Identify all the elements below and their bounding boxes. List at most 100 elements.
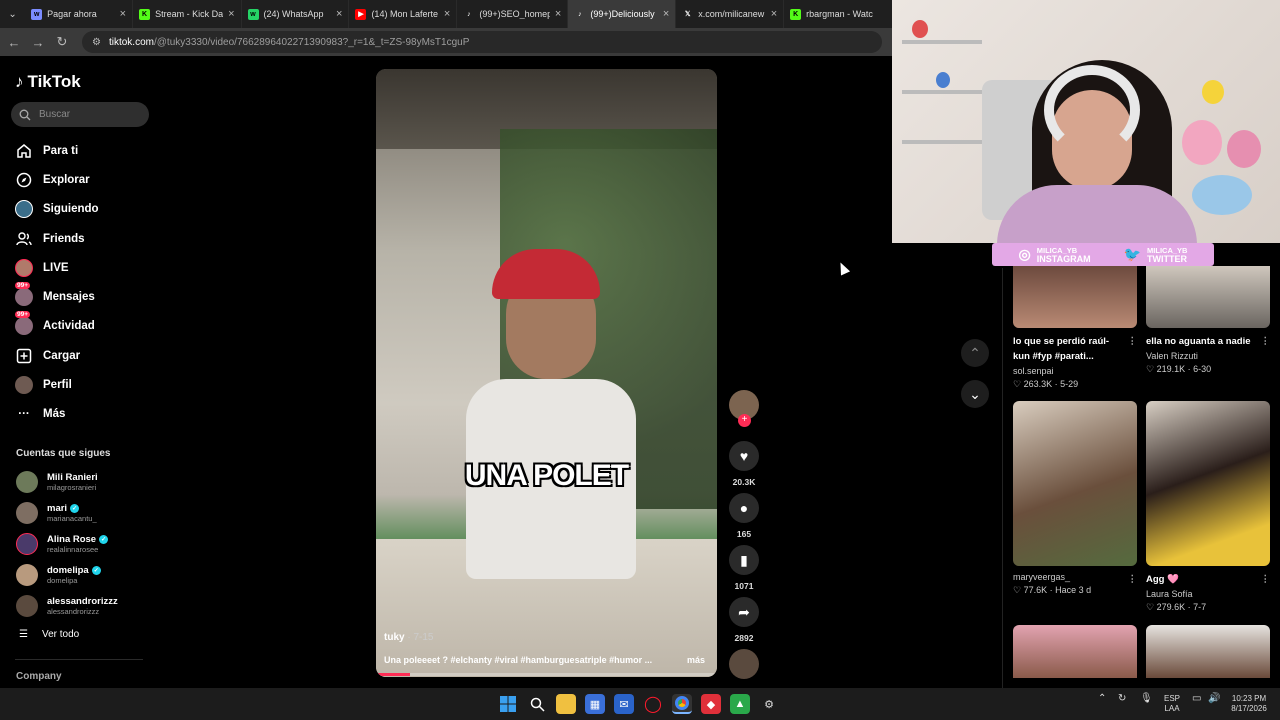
toy — [1227, 130, 1261, 168]
reload-icon[interactable]: ↻ — [54, 34, 70, 50]
following-list: Mili Ranieri milagrosranieri mari ✓ mariana… — [16, 467, 156, 621]
follow-plus-icon[interactable]: + — [738, 414, 751, 427]
video-card[interactable]: Agg 🩷 ⋮ Laura Sofía ♡ 279.6K · 7-7 — [1146, 401, 1270, 613]
company-link[interactable]: Company — [16, 671, 62, 682]
monitor-icon[interactable]: ▭ — [1192, 694, 1201, 704]
more-options-icon[interactable]: ⋮ — [1128, 334, 1138, 349]
webcam-overlay — [892, 0, 1280, 243]
nav-item-perfil[interactable]: Perfil — [15, 370, 155, 399]
twitter-handle: 🐦 MILICA_YB TWITTER — [1123, 245, 1188, 264]
store-icon[interactable]: ▦ — [585, 694, 605, 714]
comment-button[interactable]: ● 165 — [728, 493, 760, 539]
video-more-button[interactable]: más — [687, 655, 705, 665]
close-icon[interactable]: × — [771, 8, 777, 20]
browser-tab[interactable]: K Stream - Kick Da × — [133, 0, 242, 28]
url-input[interactable]: ⚙ tiktok.com/@tuky3330/video/76628964022… — [82, 31, 882, 53]
video-player[interactable]: UNA POLET tuky · 7-15 Una poleeeet ? #el… — [376, 69, 717, 677]
see-all-link[interactable]: ☰ Ver todo — [19, 629, 79, 640]
following-account[interactable]: Mili Ranieri milagrosranieri — [16, 467, 156, 498]
following-account[interactable]: Alina Rose ✓ realalinnarosee — [16, 529, 156, 560]
video-meta: tuky · 7-15 — [384, 632, 434, 643]
video-progress-bar[interactable] — [376, 673, 717, 676]
tab-search-icon[interactable]: ⌄ — [0, 0, 25, 28]
scroll-up-button[interactable]: ⌃ — [961, 339, 989, 367]
avatar — [16, 594, 38, 617]
video-person — [466, 249, 636, 579]
browser-tab[interactable]: w (24) WhatsApp × — [242, 0, 350, 28]
more-options-icon[interactable]: ⋮ — [1261, 572, 1271, 587]
browser-tab[interactable]: w Pagar ahora × — [25, 0, 134, 28]
nav-item-actividad[interactable]: 99+ Actividad — [15, 311, 155, 341]
app-icon[interactable]: ▲ — [730, 694, 750, 714]
app-icon[interactable]: ⚙ — [759, 694, 779, 714]
file-explorer-icon[interactable] — [556, 694, 576, 714]
close-icon[interactable]: × — [444, 8, 450, 20]
close-icon[interactable]: × — [555, 8, 561, 20]
browser-tab[interactable]: ♪ (99+)SEO_homep × — [457, 0, 569, 28]
close-icon[interactable]: × — [336, 8, 342, 20]
video-card[interactable] — [1146, 625, 1270, 678]
close-icon[interactable]: × — [663, 8, 669, 20]
share-button[interactable]: ➦ 2892 — [728, 597, 760, 643]
search-input[interactable]: Buscar — [11, 102, 149, 127]
tiktok-logo[interactable]: ♪ TikTok — [15, 72, 81, 92]
scroll-down-button[interactable]: ⌄ — [961, 380, 989, 408]
video-card[interactable]: lo que se perdió raúl-kun #fyp #parati..… — [1013, 266, 1137, 390]
chrome-icon[interactable] — [672, 694, 692, 714]
following-account[interactable]: mari ✓ marianacantu_ — [16, 498, 156, 529]
video-card[interactable]: ⋮ maryveergas_ ♡ 77.6K · Hace 3 d — [1013, 401, 1137, 596]
nav-item-explorar[interactable]: Explorar — [15, 165, 155, 194]
tray-chevron-icon[interactable]: ⌃ — [1098, 694, 1106, 704]
video-card[interactable] — [1013, 625, 1137, 678]
nav-item-para-ti[interactable]: Para ti — [15, 136, 155, 165]
mail-icon[interactable]: ✉ — [614, 694, 634, 714]
video-author[interactable]: tuky — [384, 632, 405, 643]
language-indicator[interactable]: ESP LAA — [1164, 694, 1180, 714]
nav-item-cargar[interactable]: Cargar — [15, 341, 155, 370]
avatar — [16, 471, 38, 494]
video-card[interactable]: ella no aguanta a nadie ⋮ Valen Rizzuti ♡… — [1146, 266, 1270, 375]
close-icon[interactable]: × — [228, 8, 234, 20]
app-icon[interactable]: ◆ — [701, 694, 721, 714]
following-account[interactable]: domelipa ✓ domelipa — [16, 559, 156, 590]
browser-tab-bar: ⌄ w Pagar ahora × K Stream - Kick Da × w (24)… — [0, 0, 892, 28]
social-banner: ◎ MILICA_YB INSTAGRAM 🐦 MILICA_YB TWITTER — [992, 243, 1214, 266]
search-icon[interactable] — [527, 694, 547, 714]
volume-icon[interactable]: 🔊 — [1208, 694, 1220, 704]
more-options-icon[interactable]: ⋮ — [1128, 572, 1138, 587]
browser-tab[interactable]: Krbargman - Watc — [784, 0, 892, 28]
tiktok-logo-icon: ♪ — [15, 72, 24, 91]
following-account[interactable]: alessandrorizzz alessandrorizzz — [16, 590, 156, 621]
nav-item-friends[interactable]: Friends — [15, 224, 155, 253]
nav-item-siguiendo[interactable]: Siguiendo — [15, 195, 155, 224]
microphone-icon[interactable]: 🎙 — [1140, 694, 1153, 704]
address-bar-row: ← → ↻ ⚙ tiktok.com/@tuky3330/video/76628… — [0, 28, 892, 56]
browser-tab[interactable]: 𝕏x.com/milicanew × — [676, 0, 785, 28]
video-thumbnail — [1146, 266, 1270, 328]
browser-tab[interactable]: ▶ (14) Mon Laferte × — [349, 0, 458, 28]
like-button[interactable]: ♥ 20.3K — [728, 441, 760, 487]
forward-icon[interactable]: → — [30, 35, 46, 50]
x-icon: 𝕏 — [684, 11, 691, 18]
video-card-title: lo que se perdió raúl-kun #fyp #parati..… — [1013, 334, 1138, 362]
nav-item-mensajes[interactable]: 99+ Mensajes — [15, 282, 155, 311]
browser-tab-active[interactable]: ♪ (99+)Deliciously × — [568, 0, 677, 28]
sync-icon[interactable]: ↻ — [1118, 694, 1126, 704]
opera-icon[interactable]: ◯ — [643, 694, 663, 714]
nav-item-mas[interactable]: ··· Más — [15, 400, 155, 429]
video-card-title: ella no aguanta a nadie ⋮ — [1146, 334, 1271, 349]
back-icon[interactable]: ← — [6, 35, 22, 50]
save-button[interactable]: ▮ 1071 — [728, 545, 760, 591]
instagram-icon: ◎ — [1018, 246, 1031, 262]
site-info-icon[interactable]: ⚙ — [92, 37, 101, 48]
more-icon: ··· — [18, 408, 30, 421]
toy — [936, 72, 950, 88]
clock[interactable]: 10:23 PM 8/17/2026 — [1226, 694, 1272, 714]
windows-start-icon[interactable] — [498, 694, 518, 714]
creator-avatar-button[interactable]: + — [728, 390, 760, 427]
more-options-icon[interactable]: ⋮ — [1261, 334, 1271, 349]
streamer-shirt — [997, 185, 1197, 243]
sound-disc-button[interactable] — [728, 649, 760, 679]
nav-item-live[interactable]: LIVE — [15, 253, 155, 282]
close-icon[interactable]: × — [120, 8, 126, 20]
